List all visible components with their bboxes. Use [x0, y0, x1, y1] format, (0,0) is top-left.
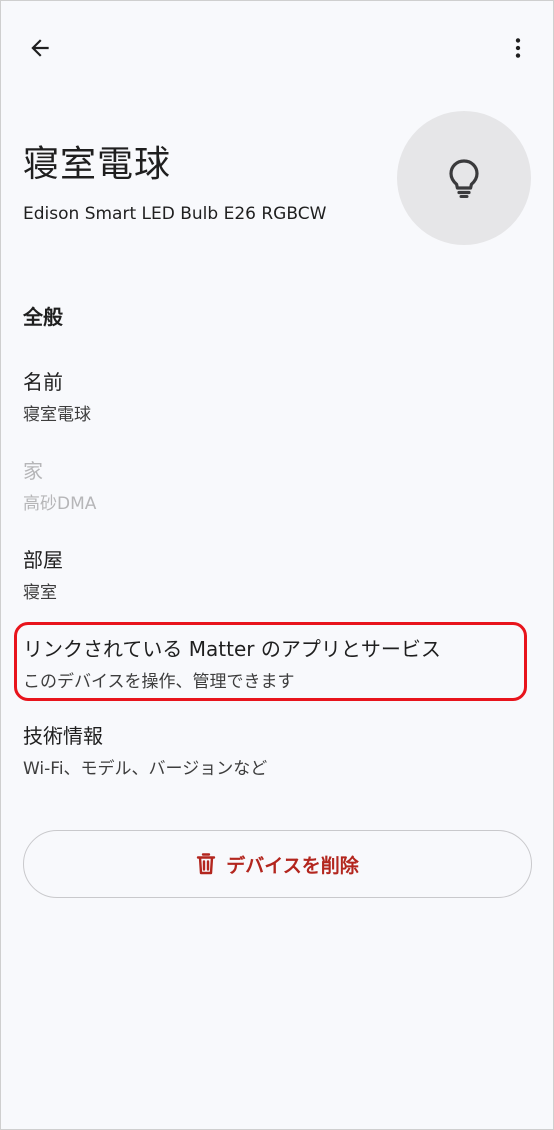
device-avatar — [397, 111, 531, 245]
delete-button-label: デバイスを削除 — [226, 854, 359, 877]
back-button[interactable] — [18, 26, 62, 70]
more-vert-icon — [515, 38, 521, 58]
setting-label: 名前 — [23, 370, 63, 394]
setting-value: 寝室 — [23, 583, 57, 603]
device-settings-screen: 寝室電球 Edison Smart LED Bulb E26 RGBCW 全般 … — [0, 0, 554, 1130]
setting-label: 部屋 — [23, 548, 63, 572]
setting-row-home: 家 高砂DMA — [11, 445, 529, 523]
setting-label: 家 — [23, 459, 43, 483]
setting-row-name[interactable]: 名前 寝室電球 — [11, 356, 529, 434]
device-title: 寝室電球 — [23, 144, 172, 185]
section-heading-general: 全般 — [23, 305, 63, 329]
setting-row-technical-info[interactable]: 技術情報 Wi-Fi、モデル、バージョンなど — [11, 710, 529, 788]
setting-value: このデバイスを操作、管理できます — [23, 672, 295, 692]
setting-value: Wi-Fi、モデル、バージョンなど — [23, 759, 268, 779]
setting-row-room[interactable]: 部屋 寝室 — [11, 534, 529, 612]
device-model: Edison Smart LED Bulb E26 RGBCW — [23, 204, 327, 224]
setting-label: リンクされている Matter のアプリとサービス — [23, 637, 441, 661]
lightbulb-icon — [449, 159, 479, 198]
more-options-button[interactable] — [496, 26, 540, 70]
setting-value: 寝室電球 — [23, 405, 91, 425]
arrow-back-icon — [31, 39, 49, 57]
setting-label: 技術情報 — [23, 724, 103, 748]
setting-value: 高砂DMA — [23, 494, 97, 514]
delete-device-button[interactable]: デバイスを削除 — [23, 830, 532, 898]
trash-icon — [197, 853, 216, 875]
setting-row-linked-matter-apps[interactable]: リンクされている Matter のアプリとサービス このデバイスを操作、管理でき… — [11, 623, 529, 701]
